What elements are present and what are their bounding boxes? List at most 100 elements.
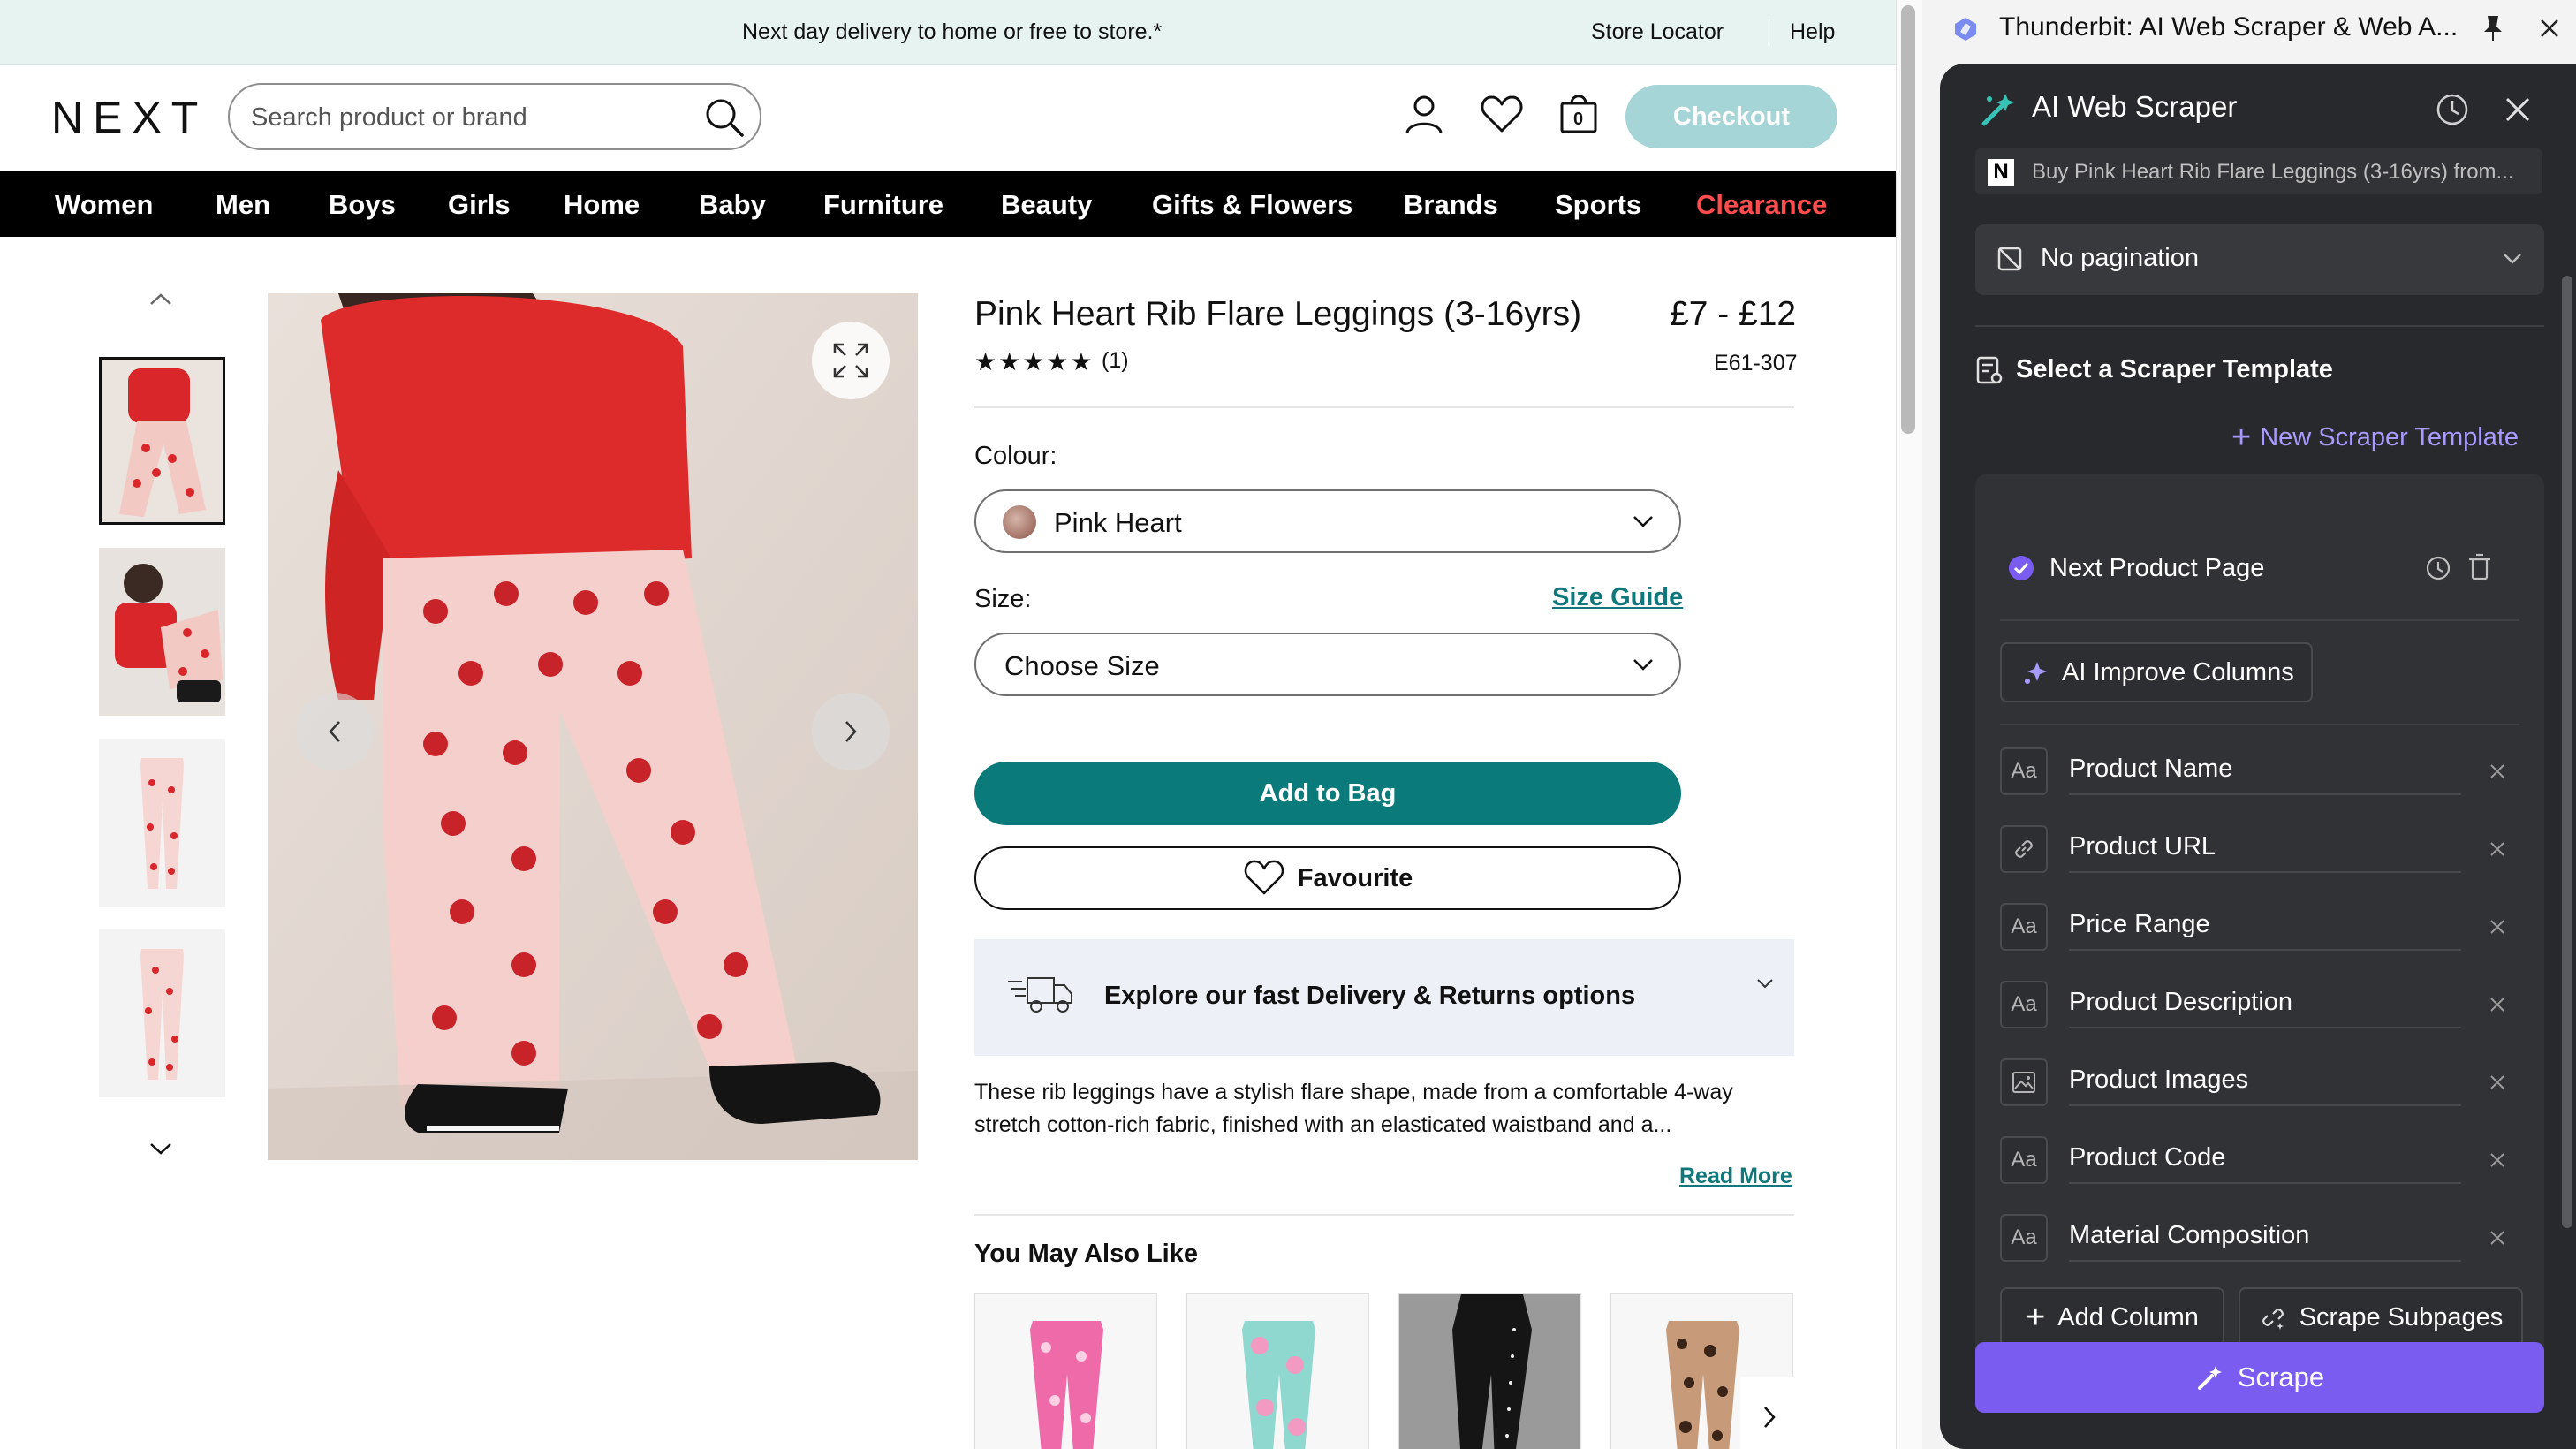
expand-image-button[interactable] (812, 322, 890, 399)
size-select[interactable]: Choose Size (974, 633, 1681, 696)
column-row-product-name[interactable]: Aa Product Name (2000, 742, 2519, 795)
prev-image-button[interactable] (296, 693, 374, 770)
text-type-icon[interactable]: Aa (2000, 981, 2048, 1028)
scrape-button[interactable]: Scrape (1975, 1342, 2544, 1413)
search-icon[interactable] (703, 96, 746, 139)
search-box[interactable] (228, 83, 761, 150)
close-panel-icon[interactable] (2537, 16, 2562, 41)
product-code: E61-307 (1714, 351, 1798, 376)
help-link[interactable]: Help (1790, 19, 1835, 45)
page-scrollbar-thumb[interactable] (1901, 5, 1915, 434)
recommendations-next-button[interactable] (1740, 1377, 1799, 1449)
scrape-subpages-button[interactable]: Scrape Subpages (2239, 1287, 2523, 1347)
chevron-right-icon (845, 721, 857, 742)
nav-item-baby[interactable]: Baby (699, 189, 766, 221)
nav-item-men[interactable]: Men (216, 189, 270, 221)
favourites-heart-icon[interactable] (1480, 94, 1524, 134)
add-column-button[interactable]: + Add Column (2000, 1287, 2224, 1347)
search-input[interactable] (251, 101, 710, 134)
delivery-returns-accordion[interactable]: Explore our fast Delivery & Returns opti… (974, 939, 1794, 1056)
template-history-icon[interactable] (2424, 554, 2452, 582)
rating-stars[interactable]: ★★★★★ (974, 347, 1095, 376)
column-row-product-code[interactable]: Aa Product Code (2000, 1131, 2519, 1184)
close-icon[interactable] (2502, 94, 2534, 125)
history-icon[interactable] (2435, 92, 2470, 127)
store-locator-link[interactable]: Store Locator (1591, 19, 1724, 45)
chevron-right-icon (1764, 1407, 1776, 1428)
column-name[interactable]: Price Range (2069, 910, 2210, 939)
new-scraper-template-link[interactable]: + New Scraper Template (2231, 419, 2519, 457)
nav-item-girls[interactable]: Girls (448, 189, 511, 221)
remove-column-icon[interactable] (2488, 917, 2507, 937)
review-count[interactable]: (1) (1102, 348, 1129, 374)
account-icon[interactable] (1404, 94, 1444, 134)
chevron-down-icon (1633, 516, 1653, 527)
panel-title: AI Web Scraper (2032, 90, 2238, 123)
thumbnail-1[interactable] (99, 357, 225, 525)
ai-improve-columns-button[interactable]: AI Improve Columns (2000, 642, 2313, 702)
column-name[interactable]: Material Composition (2069, 1221, 2309, 1250)
text-type-icon[interactable]: Aa (2000, 747, 2048, 795)
column-row-product-images[interactable]: Product Images (2000, 1053, 2519, 1106)
next-image-button[interactable] (812, 693, 890, 770)
text-type-icon[interactable]: Aa (2000, 1136, 2048, 1184)
thumbnail-3[interactable] (99, 739, 225, 907)
nav-item-clearance[interactable]: Clearance (1696, 189, 1827, 221)
column-row-product-url[interactable]: Product URL (2000, 820, 2519, 873)
link-icon[interactable] (2000, 825, 2048, 873)
column-row-product-description[interactable]: Aa Product Description (2000, 975, 2519, 1028)
product-main-image[interactable] (268, 293, 918, 1160)
column-name[interactable]: Product Images (2069, 1066, 2248, 1095)
template-divider (2000, 724, 2519, 725)
nav-item-sports[interactable]: Sports (1555, 189, 1641, 221)
selected-check-icon (2009, 556, 2034, 580)
recommendation-card-1[interactable] (974, 1293, 1157, 1449)
size-guide-link[interactable]: Size Guide (1552, 583, 1683, 612)
favourite-button[interactable]: Favourite (974, 846, 1681, 910)
nav-item-brands[interactable]: Brands (1404, 189, 1498, 221)
image-icon[interactable] (2000, 1058, 2048, 1106)
select-template-heading: Select a Scraper Template (1975, 355, 2333, 385)
thumbnail-2[interactable] (99, 548, 225, 716)
text-type-icon[interactable]: Aa (2000, 903, 2048, 951)
column-underline (2069, 1182, 2461, 1184)
next-logo[interactable]: NEXT (51, 92, 208, 143)
pin-icon[interactable] (2481, 14, 2505, 42)
column-row-material-composition[interactable]: Aa Material Composition (2000, 1209, 2519, 1262)
delivery-promo-text[interactable]: Next day delivery to home or free to sto… (742, 19, 1162, 45)
thumbnail-4[interactable] (99, 929, 225, 1097)
nav-item-women[interactable]: Women (55, 189, 153, 221)
remove-column-icon[interactable] (2488, 762, 2507, 781)
nav-item-gifts-flowers[interactable]: Gifts & Flowers (1152, 189, 1352, 221)
remove-column-icon[interactable] (2488, 995, 2507, 1014)
delete-template-icon[interactable] (2466, 552, 2493, 582)
column-name[interactable]: Product Code (2069, 1143, 2225, 1172)
template-name[interactable]: Next Product Page (2049, 554, 2264, 583)
nav-item-home[interactable]: Home (564, 189, 640, 221)
read-more-link[interactable]: Read More (1679, 1164, 1792, 1189)
remove-column-icon[interactable] (2488, 1150, 2507, 1170)
checkout-button[interactable]: Checkout (1625, 85, 1837, 148)
nav-item-furniture[interactable]: Furniture (823, 189, 943, 221)
column-name[interactable]: Product Description (2069, 988, 2292, 1017)
add-to-bag-button[interactable]: Add to Bag (974, 762, 1681, 825)
nav-item-boys[interactable]: Boys (329, 189, 396, 221)
text-type-icon[interactable]: Aa (2000, 1214, 2048, 1262)
column-row-price-range[interactable]: Aa Price Range (2000, 898, 2519, 951)
column-name[interactable]: Product URL (2069, 832, 2216, 861)
recommendation-card-2[interactable] (1186, 1293, 1369, 1449)
heart-icon (1244, 860, 1284, 895)
pagination-select[interactable]: No pagination (1975, 224, 2544, 295)
thumbnail-down-chevron-icon[interactable] (146, 1138, 176, 1159)
thumbnail-up-chevron-icon[interactable] (146, 288, 176, 309)
chevron-down-icon (1757, 979, 1773, 989)
nav-item-beauty[interactable]: Beauty (1001, 189, 1092, 221)
extension-window-title: Thunderbit: AI Web Scraper & Web A... (1999, 12, 2459, 42)
colour-select[interactable]: Pink Heart (974, 489, 1681, 553)
remove-column-icon[interactable] (2488, 839, 2507, 859)
remove-column-icon[interactable] (2488, 1228, 2507, 1248)
remove-column-icon[interactable] (2488, 1073, 2507, 1092)
panel-scrollbar[interactable] (2562, 276, 2572, 1228)
recommendation-card-3[interactable] (1398, 1293, 1581, 1449)
column-name[interactable]: Product Name (2069, 755, 2232, 784)
